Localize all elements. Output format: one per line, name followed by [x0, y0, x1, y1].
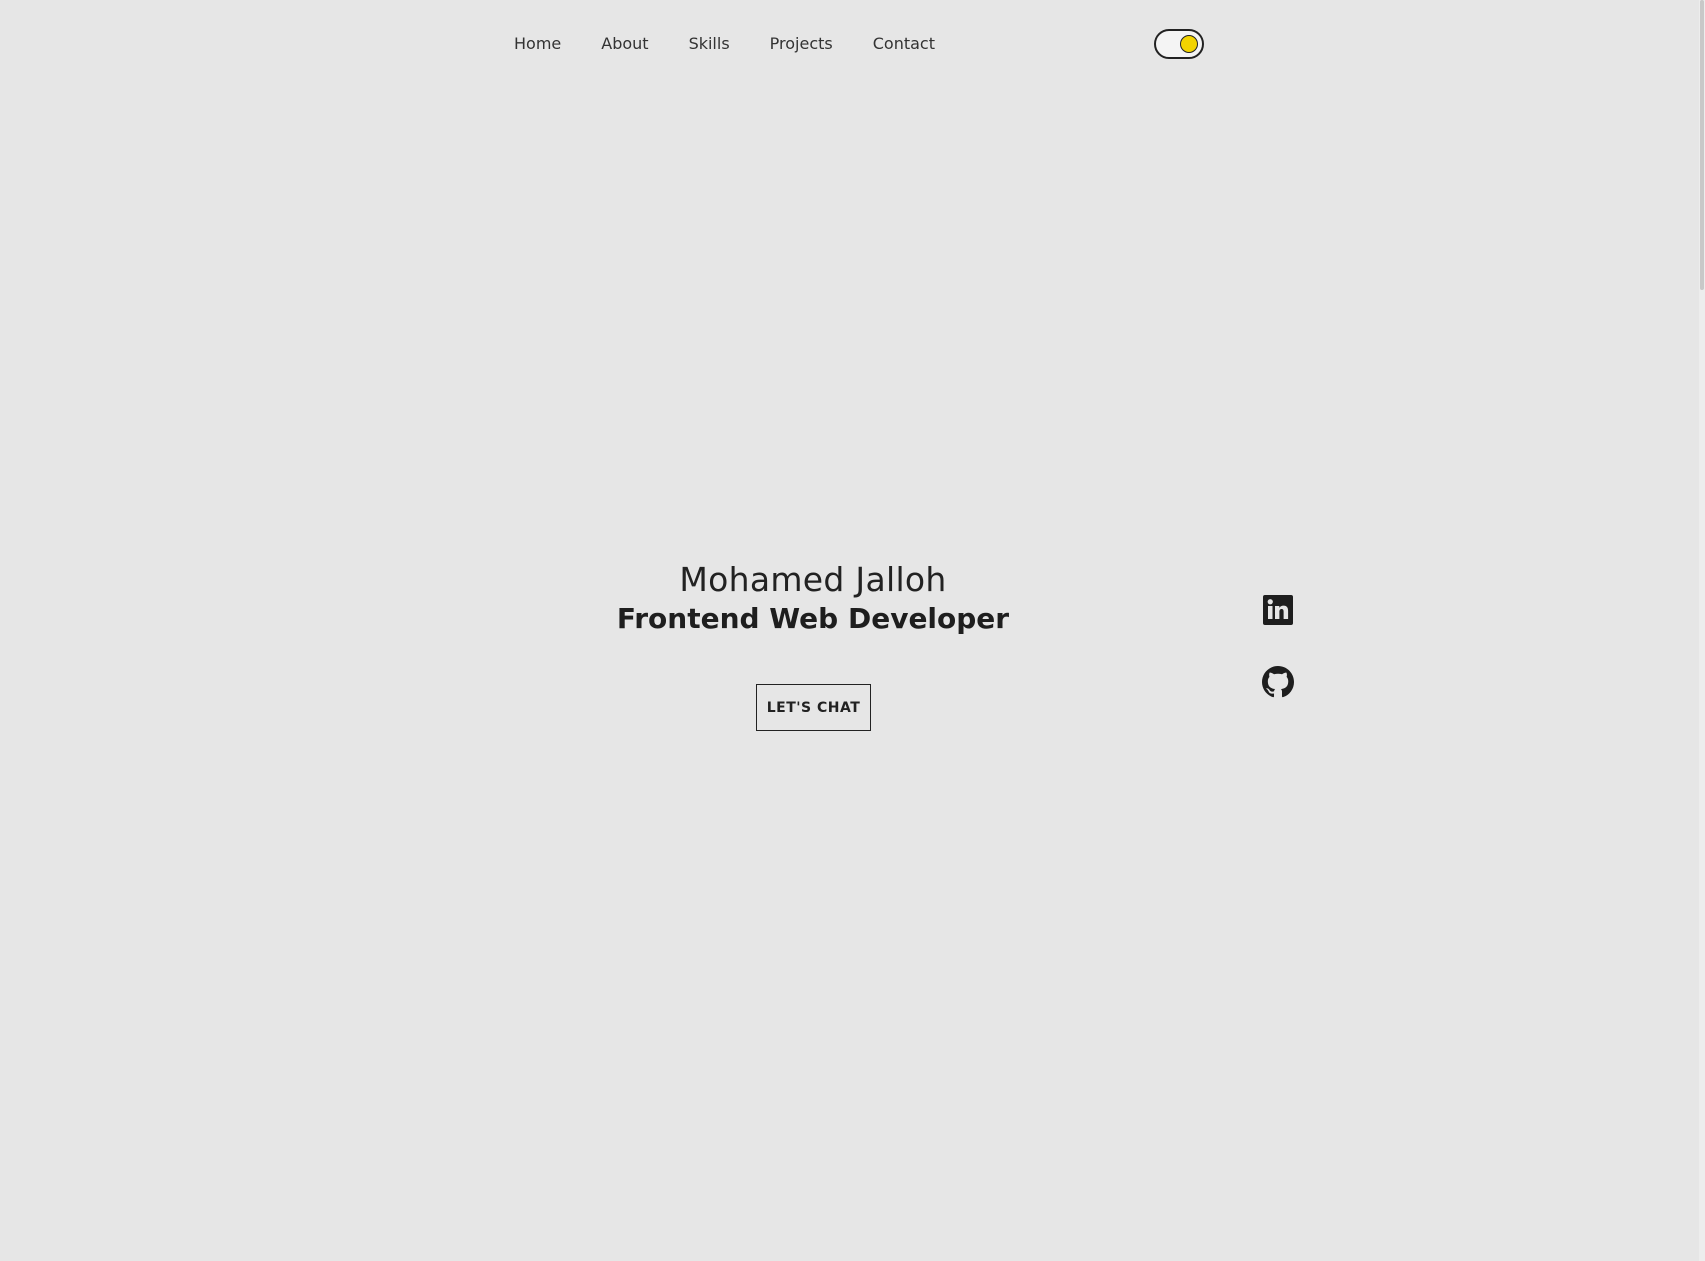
- nav-home[interactable]: Home: [514, 31, 561, 57]
- toggle-knob: [1180, 35, 1198, 53]
- nav-contact[interactable]: Contact: [873, 31, 935, 57]
- main-nav: Home About Skills Projects Contact: [514, 31, 975, 57]
- linkedin-icon[interactable]: [1262, 594, 1294, 626]
- portfolio-page: Home About Skills Projects Contact Moham…: [0, 0, 1705, 1261]
- hero-role: Frontend Web Developer: [616, 602, 1010, 635]
- page-scrollbar[interactable]: [1699, 0, 1705, 1261]
- github-icon[interactable]: [1262, 666, 1294, 698]
- nav-skills[interactable]: Skills: [689, 31, 730, 57]
- hero-name: Mohamed Jalloh: [679, 560, 947, 599]
- hero-section: Mohamed Jalloh Frontend Web Developer: [0, 558, 1626, 636]
- theme-toggle[interactable]: [1154, 29, 1204, 59]
- nav-about[interactable]: About: [601, 31, 648, 57]
- lets-chat-button[interactable]: LET'S CHAT: [756, 684, 871, 731]
- nav-projects[interactable]: Projects: [770, 31, 833, 57]
- scrollbar-thumb[interactable]: [1700, 0, 1704, 290]
